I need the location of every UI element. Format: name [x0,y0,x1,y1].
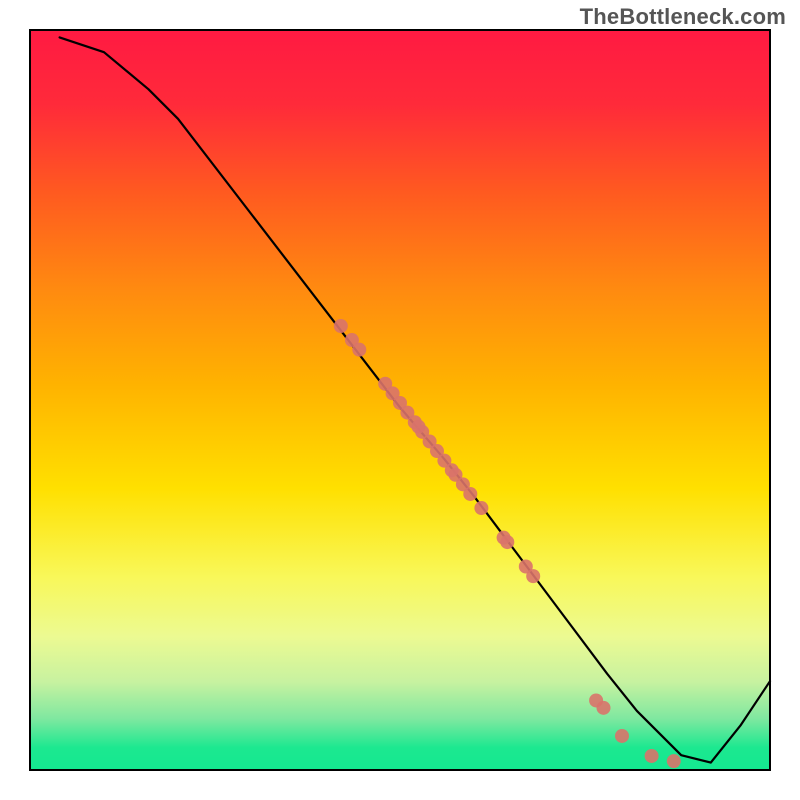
marker-dot [645,749,659,763]
marker-dot [463,487,477,501]
marker-dot [526,569,540,583]
watermark-label: TheBottleneck.com [580,4,786,30]
marker-dot [615,729,629,743]
marker-dot [597,701,611,715]
bottleneck-chart [0,0,800,800]
marker-dot [667,754,681,768]
marker-dot [500,535,514,549]
chart-container: TheBottleneck.com [0,0,800,800]
marker-dot [352,343,366,357]
marker-dot [334,319,348,333]
marker-dot [474,501,488,515]
